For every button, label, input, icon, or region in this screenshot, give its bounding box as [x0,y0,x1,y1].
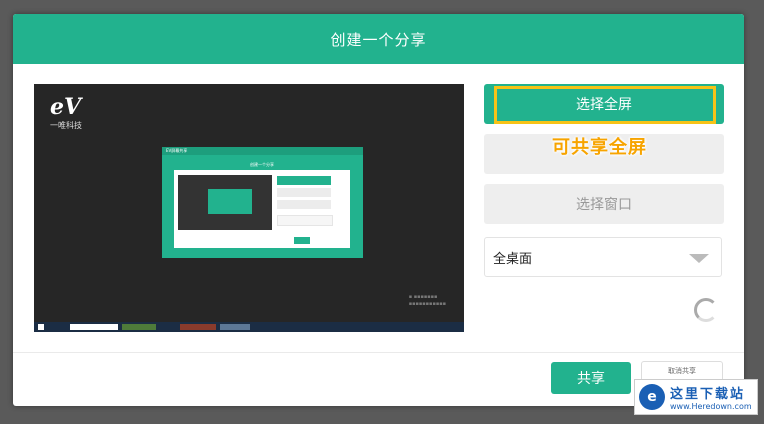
fullscreen-tooltip: 可共享全屏 [552,137,647,158]
preview-inner-option [277,176,331,185]
dialog-title: 创建一个分享 [13,14,744,64]
footer-divider [13,352,744,353]
site-watermark-url: www.Heredown.com [670,402,752,411]
preview-inner-share-button [294,237,310,244]
preview-taskbar-item [180,324,216,330]
ev-logo: eV 一唯科技 [50,94,82,131]
select-window-button[interactable]: 选择窗口 [484,184,724,224]
preview-inner-green-box [208,189,252,214]
site-watermark: e 这里下载站 www.Heredown.com [634,379,758,415]
select-window-label: 选择窗口 [576,197,632,213]
site-watermark-name: 这里下载站 [670,387,746,402]
preview-app-titlebar: EV屏幕共享 [162,147,363,155]
preview-inner-dialog-title: 创建一个分享 [174,160,350,170]
share-button[interactable]: 共享 [551,362,631,394]
preview-inner-select [277,215,333,226]
create-share-dialog: 创建一个分享 eV 一唯科技 EV屏幕共享 创建一个分享 ▪ ▪▪▪▪▪▪▪ ▪▪… [13,14,744,406]
preview-search-box [70,324,118,330]
preview-inner-screenshot [178,175,272,230]
highlight-frame [494,86,716,124]
preview-inner-option [277,200,331,209]
chevron-down-icon[interactable] [689,254,709,263]
preview-taskbar-item [122,324,156,330]
logo-text: 一唯科技 [50,121,82,130]
preview-desktop-watermark: ▪ ▪▪▪▪▪▪▪ ▪▪▪▪▪▪▪▪▪▪▪ [408,294,446,307]
screen-preview: eV 一唯科技 EV屏幕共享 创建一个分享 ▪ ▪▪▪▪▪▪▪ ▪▪▪▪▪▪▪▪▪… [34,84,464,332]
loading-spinner-icon [694,298,718,322]
preview-app-window: EV屏幕共享 创建一个分享 [162,147,363,258]
desktop-select-value: 全桌面 [493,251,533,267]
preview-start-icon [38,324,44,330]
logo-mark: eV [50,94,82,120]
site-logo-icon: e [639,384,665,410]
desktop-select[interactable]: 全桌面 [484,237,722,277]
preview-inner-dialog: 创建一个分享 [174,160,350,248]
preview-taskbar [34,322,464,332]
select-fullscreen-button[interactable]: 选择全屏 [484,84,724,124]
preview-inner-option [277,188,331,197]
preview-taskbar-item [220,324,250,330]
